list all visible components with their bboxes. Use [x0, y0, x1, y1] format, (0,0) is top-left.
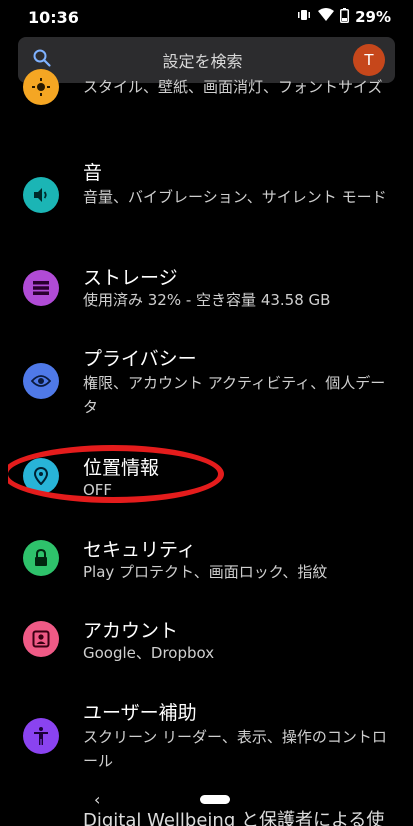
accessibility-subtitle: スクリーン リーダー、表示、操作のコントロール: [83, 728, 387, 770]
privacy-icon: [23, 363, 59, 399]
account-avatar[interactable]: T: [353, 44, 385, 76]
list-item-display[interactable]: スタイル、壁紙、画面消灯、フォントサイズ: [8, 69, 405, 133]
search-placeholder[interactable]: 設定を検索: [52, 48, 353, 72]
vibrate-icon: [296, 8, 312, 26]
list-item-security[interactable]: セキュリティ Play プロテクト、画面ロック、指紋: [8, 535, 405, 585]
back-icon[interactable]: ‹: [94, 790, 100, 809]
lock-icon: [23, 540, 59, 576]
status-icons: 29%: [296, 7, 391, 27]
clock: 10:36: [28, 7, 79, 27]
sound-subtitle: 音量、バイブレーション、サイレント モード: [83, 188, 387, 206]
battery-icon: [340, 7, 350, 27]
storage-title: ストレージ: [83, 267, 178, 289]
accessibility-title: ユーザー補助: [83, 702, 197, 724]
status-bar: 10:36 29%: [8, 0, 405, 34]
list-item-sound[interactable]: 音 音量、バイブレーション、サイレント モード: [8, 158, 405, 238]
sound-icon: [23, 177, 59, 213]
list-item-accounts[interactable]: アカウント Google、Dropbox: [8, 616, 405, 666]
accessibility-icon: [23, 718, 59, 754]
list-item-location[interactable]: 位置情報 OFF: [8, 453, 405, 503]
privacy-title: プライバシー: [83, 348, 197, 370]
sound-title: 音: [83, 162, 103, 184]
location-subtitle: OFF: [83, 481, 113, 499]
display-subtitle: スタイル、壁紙、画面消灯、フォントサイズ: [83, 78, 383, 96]
list-item-accessibility[interactable]: ユーザー補助 スクリーン リーダー、表示、操作のコントロール: [8, 698, 405, 778]
security-subtitle: Play プロテクト、画面ロック、指紋: [83, 563, 328, 581]
settings-screen: 10:36 29% 設定を検索 T スタイル、壁紙、画面消灯、フォントサイズ 音…: [8, 0, 405, 826]
accounts-subtitle: Google、Dropbox: [83, 644, 215, 662]
security-title: セキュリティ: [83, 539, 196, 561]
location-title: 位置情報: [83, 457, 160, 479]
privacy-subtitle: 権限、アカウント アクティビティ、個人データ: [83, 374, 386, 416]
account-box-icon: [23, 621, 59, 657]
battery-percent: 29%: [355, 8, 391, 26]
location-pin-icon: [23, 458, 59, 494]
list-item-storage[interactable]: ストレージ 使用済み 32% - 空き容量 43.58 GB: [8, 263, 405, 313]
display-icon: [23, 69, 59, 105]
storage-subtitle: 使用済み 32% - 空き容量 43.58 GB: [83, 291, 331, 309]
home-pill[interactable]: [200, 795, 230, 804]
list-item-privacy[interactable]: プライバシー 権限、アカウント アクティビティ、個人データ: [8, 344, 405, 424]
wifi-icon: [318, 8, 335, 26]
accounts-title: アカウント: [83, 620, 179, 642]
storage-icon: [23, 270, 59, 306]
navigation-bar: ‹: [8, 790, 405, 826]
